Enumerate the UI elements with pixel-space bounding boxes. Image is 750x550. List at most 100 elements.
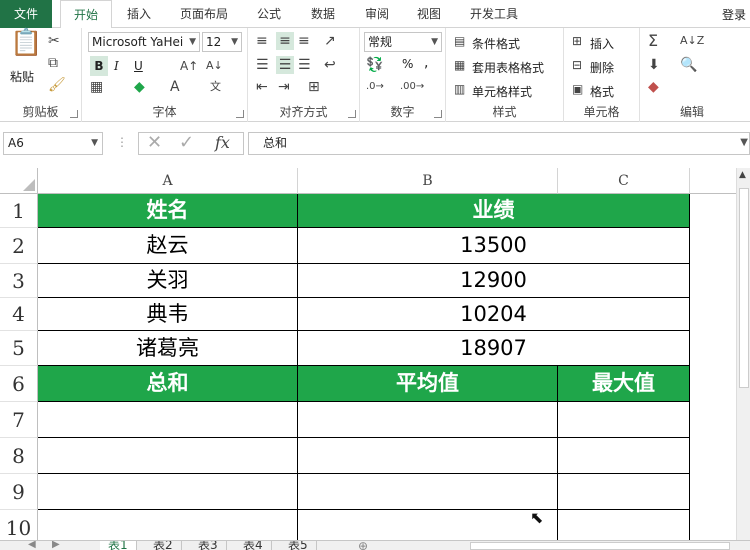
row-header[interactable]: 8 xyxy=(0,438,38,474)
align-right-icon[interactable]: ☰ xyxy=(298,56,311,74)
column-header-a[interactable]: A xyxy=(38,168,298,194)
font-launcher-icon[interactable] xyxy=(236,110,244,118)
border-icon[interactable]: ▦ xyxy=(90,78,103,96)
horizontal-scrollbar[interactable] xyxy=(470,542,730,550)
clear-icon[interactable]: ◆ xyxy=(648,78,659,96)
select-all-button[interactable] xyxy=(0,168,38,194)
format-cells-button[interactable]: 格式 xyxy=(590,83,614,100)
header-cell-name[interactable]: 姓名 xyxy=(38,194,298,228)
align-bottom-icon[interactable]: ≡ xyxy=(298,32,310,50)
phonetic-icon[interactable]: 文 xyxy=(210,78,221,96)
empty-cell[interactable] xyxy=(298,402,558,438)
row-header[interactable]: 10 xyxy=(0,510,38,540)
increase-font-icon[interactable]: A↑ xyxy=(180,57,198,75)
percent-button[interactable]: % xyxy=(402,57,413,71)
underline-button[interactable]: U xyxy=(134,56,143,76)
prev-sheet-icon[interactable]: ◀ xyxy=(28,541,36,550)
fill-color-icon[interactable]: ◆ xyxy=(134,78,145,96)
insert-function-icon[interactable]: fx xyxy=(215,134,230,152)
paste-icon[interactable]: 📋 xyxy=(10,30,42,56)
sheet-tab-5[interactable]: 表5 xyxy=(280,541,317,550)
empty-cell[interactable] xyxy=(558,402,690,438)
expand-formula-icon[interactable]: ▼ xyxy=(740,134,748,152)
cut-icon[interactable]: ✂ xyxy=(48,32,60,50)
name-box[interactable]: A6 ▼ xyxy=(3,132,103,155)
row-header[interactable]: 6 xyxy=(0,366,38,402)
cell-score[interactable]: 13500 xyxy=(298,228,690,264)
number-launcher-icon[interactable] xyxy=(434,110,442,118)
signin-link[interactable]: 登录 xyxy=(722,6,746,23)
cell-score[interactable]: 10204 xyxy=(298,298,690,331)
scroll-thumb[interactable] xyxy=(739,188,749,388)
cell-name[interactable]: 典韦 xyxy=(38,298,298,331)
sheet-tab-2[interactable]: 表2 xyxy=(145,541,182,550)
tab-home[interactable]: 开始 xyxy=(60,0,112,29)
empty-cell[interactable] xyxy=(38,510,298,540)
tab-developer[interactable]: 开发工具 xyxy=(460,0,528,28)
summary-cell-max[interactable]: 最大值 xyxy=(558,366,690,402)
wrap-text-icon[interactable]: ↩ xyxy=(324,56,336,74)
cell-score[interactable]: 12900 xyxy=(298,264,690,298)
tab-review[interactable]: 审阅 xyxy=(356,0,398,28)
merge-center-icon[interactable]: ⊞ xyxy=(308,78,320,96)
row-header[interactable]: 5 xyxy=(0,331,38,366)
tab-view[interactable]: 视图 xyxy=(408,0,450,28)
tab-file[interactable]: 文件 xyxy=(0,0,52,28)
cancel-icon[interactable]: ✕ xyxy=(147,134,162,152)
add-sheet-icon[interactable]: ⊕ xyxy=(358,541,368,550)
column-header-d[interactable] xyxy=(690,168,736,194)
italic-button[interactable]: I xyxy=(114,56,119,76)
empty-cell[interactable] xyxy=(558,438,690,474)
bold-button[interactable]: B xyxy=(90,56,108,76)
header-cell-score[interactable]: 业绩 xyxy=(298,194,690,228)
tab-data[interactable]: 数据 xyxy=(302,0,344,28)
format-painter-icon[interactable]: 🖌 xyxy=(48,76,66,94)
format-as-table-button[interactable]: 套用表格格式 xyxy=(472,59,544,76)
align-left-icon[interactable]: ☰ xyxy=(256,56,269,74)
comma-button[interactable]: , xyxy=(424,55,428,71)
empty-cell[interactable] xyxy=(298,510,558,540)
paste-button[interactable]: 粘贴 xyxy=(10,68,34,85)
empty-cell[interactable] xyxy=(38,438,298,474)
clipboard-launcher-icon[interactable] xyxy=(70,110,78,118)
decrease-indent-icon[interactable]: ⇤ xyxy=(256,78,268,96)
enter-icon[interactable]: ✓ xyxy=(179,134,194,152)
cell-styles-button[interactable]: 单元格样式 xyxy=(472,83,532,100)
sheet-tab-4[interactable]: 表4 xyxy=(235,541,272,550)
align-top-icon[interactable]: ≡ xyxy=(256,32,268,50)
vertical-scrollbar[interactable]: ▲ xyxy=(736,168,750,540)
font-name-select[interactable]: Microsoft YaHei ▼ xyxy=(88,32,200,52)
currency-icon[interactable]: 💱 xyxy=(366,56,383,74)
row-header[interactable]: 7 xyxy=(0,402,38,438)
increase-decimal-icon[interactable]: .0→ xyxy=(366,78,384,96)
find-select-icon[interactable]: 🔍 xyxy=(680,56,697,74)
summary-cell-average[interactable]: 平均值 xyxy=(298,366,558,402)
empty-cell[interactable] xyxy=(298,474,558,510)
next-sheet-icon[interactable]: ▶ xyxy=(52,541,60,550)
summary-cell-sum[interactable]: 总和 xyxy=(38,366,298,402)
decrease-font-icon[interactable]: A↓ xyxy=(206,57,223,75)
row-header[interactable]: 3 xyxy=(0,264,38,298)
number-format-select[interactable]: 常规 ▼ xyxy=(364,32,442,52)
column-header-b[interactable]: B xyxy=(298,168,558,194)
orientation-icon[interactable]: ↗ xyxy=(324,32,336,50)
conditional-format-button[interactable]: 条件格式 xyxy=(472,35,520,52)
sheet-tab-3[interactable]: 表3 xyxy=(190,541,227,550)
empty-cell[interactable] xyxy=(298,438,558,474)
column-header-c[interactable]: C xyxy=(558,168,690,194)
alignment-launcher-icon[interactable] xyxy=(348,110,356,118)
row-header[interactable]: 4 xyxy=(0,298,38,331)
font-size-select[interactable]: 12 ▼ xyxy=(202,32,242,52)
delete-cells-button[interactable]: 删除 xyxy=(590,59,614,76)
scroll-up-icon[interactable]: ▲ xyxy=(739,168,746,184)
autosum-icon[interactable]: Σ xyxy=(648,32,658,50)
row-header[interactable]: 1 xyxy=(0,194,38,228)
formula-input[interactable]: 总和 xyxy=(248,132,750,155)
row-header[interactable]: 9 xyxy=(0,474,38,510)
row-header[interactable]: 2 xyxy=(0,228,38,264)
font-color-icon[interactable]: A xyxy=(170,78,180,96)
fill-icon[interactable]: ⬇ xyxy=(648,56,660,74)
empty-cell[interactable] xyxy=(558,474,690,510)
copy-icon[interactable]: ⧉ xyxy=(48,54,58,72)
align-middle-icon[interactable]: ≡ xyxy=(276,32,294,50)
